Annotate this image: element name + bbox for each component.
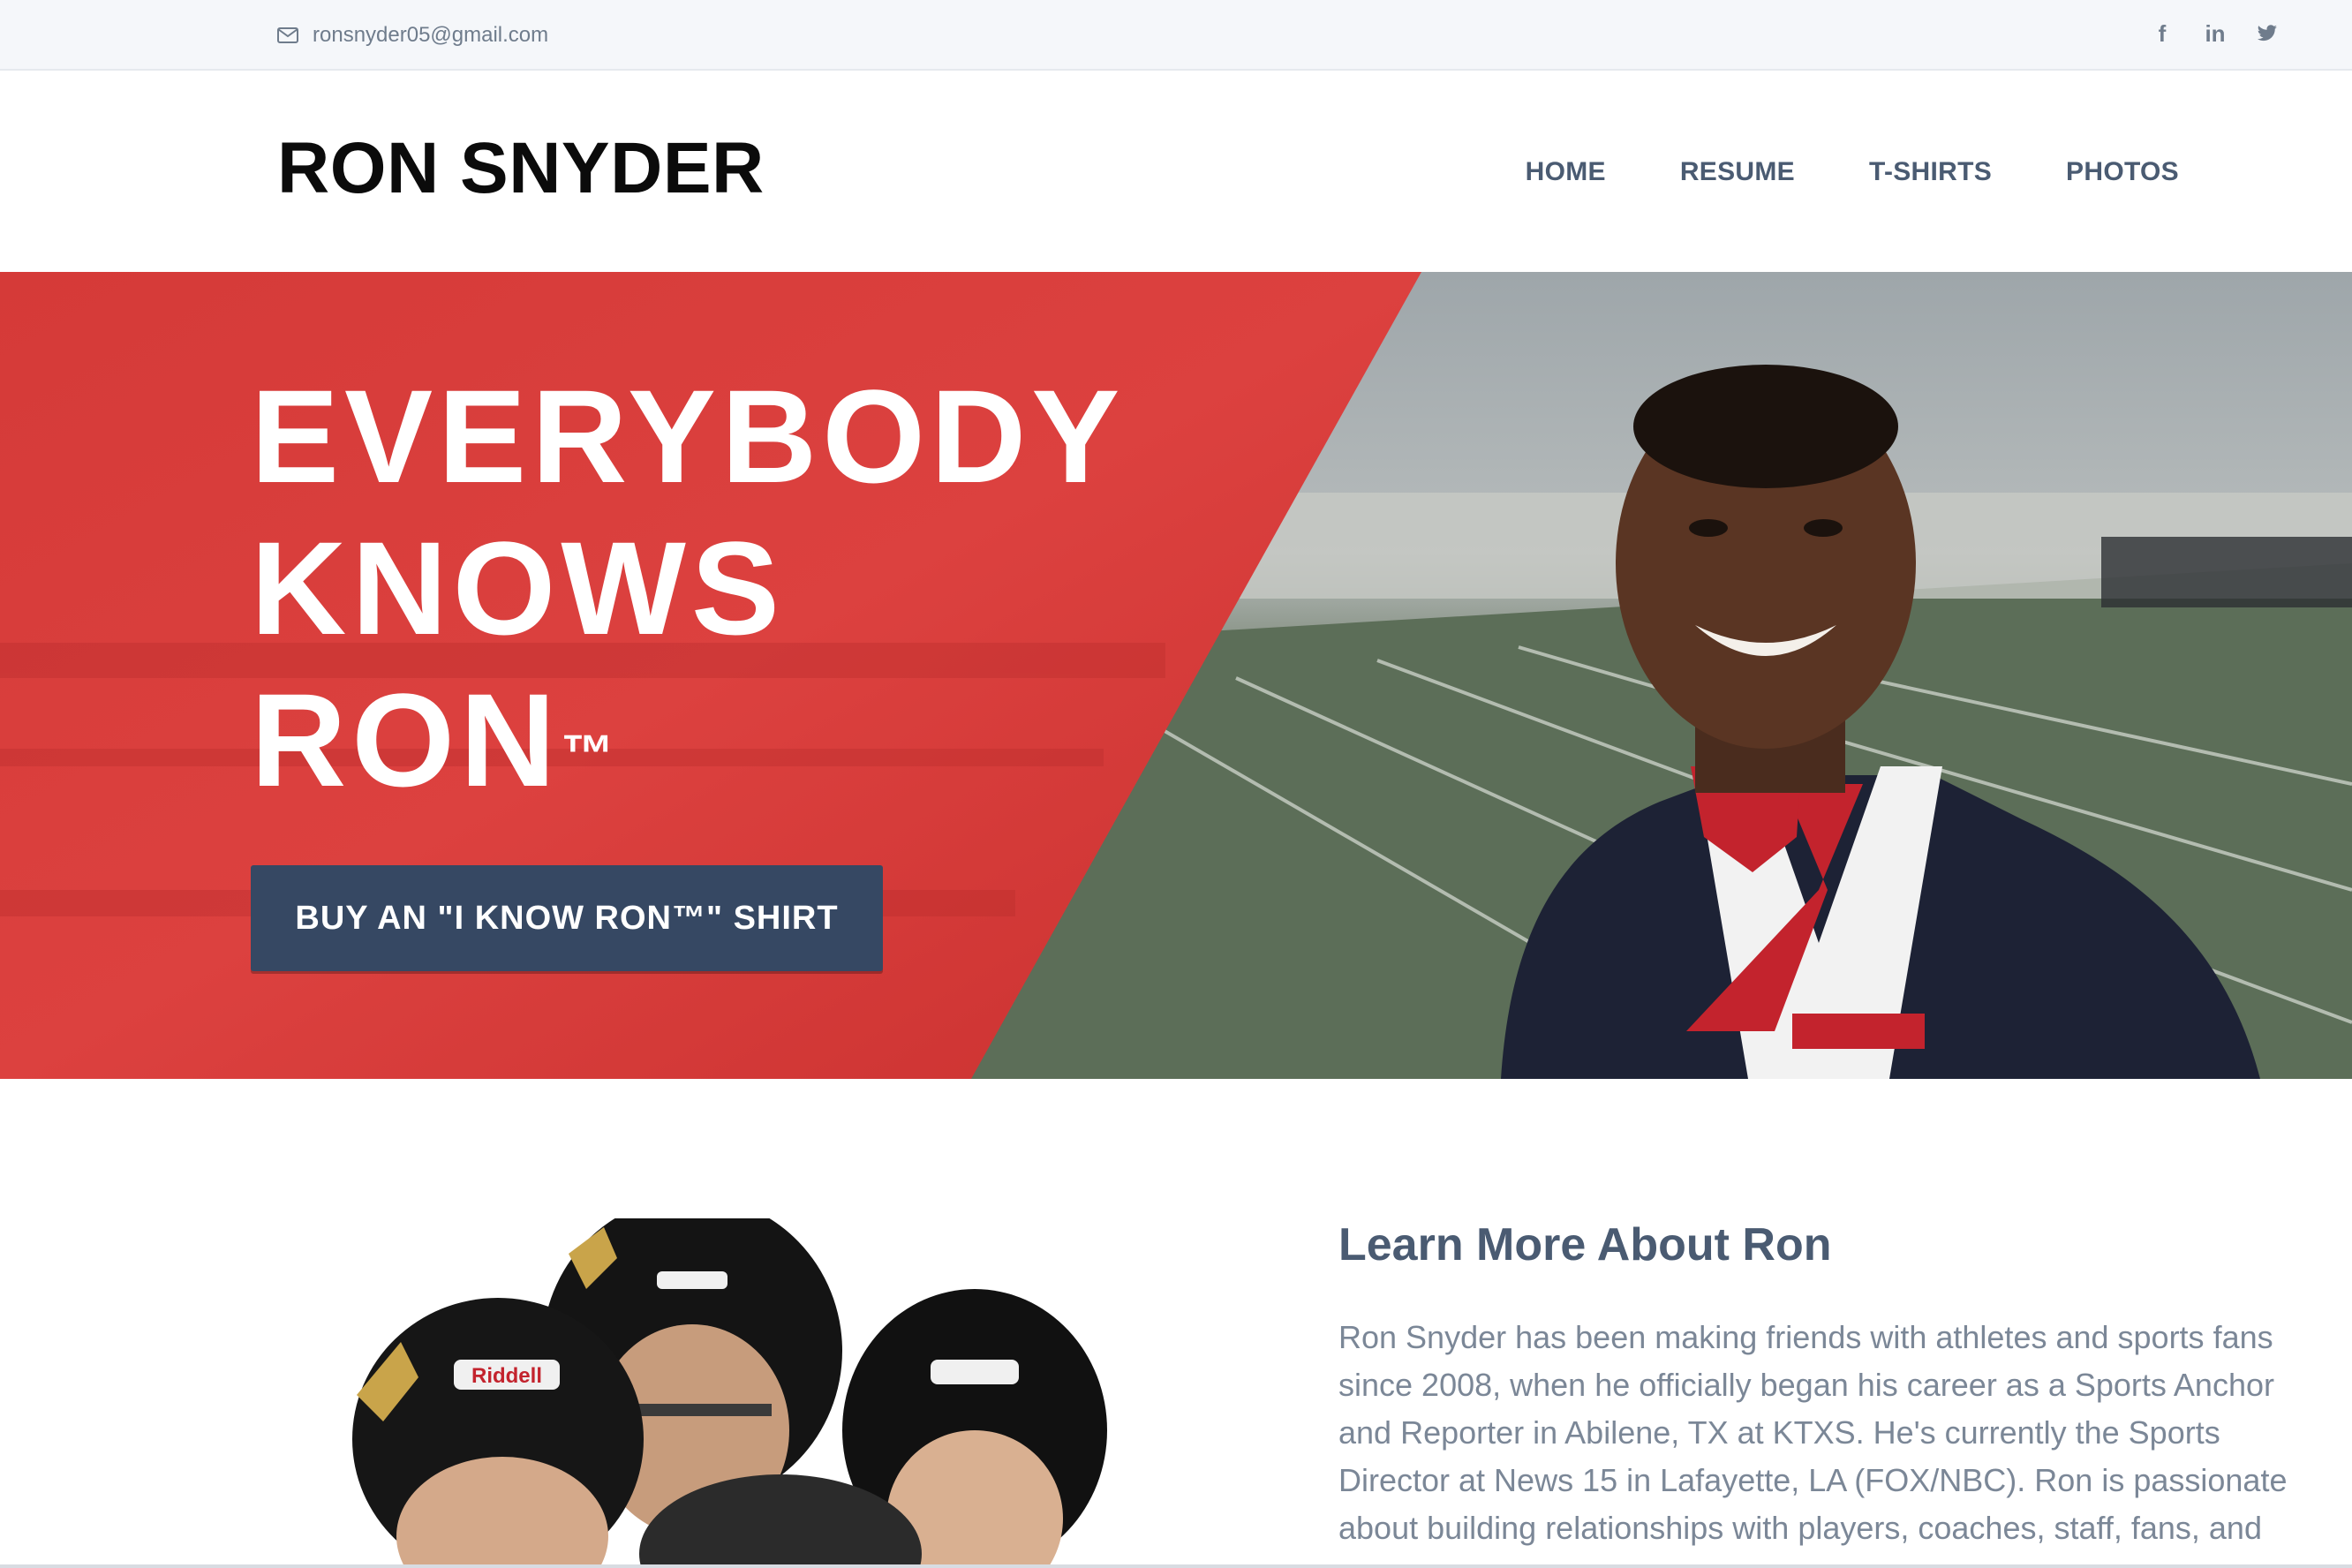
nav-resume[interactable]: RESUME — [1680, 157, 1795, 187]
about-paragraph: Ron Snyder has been making friends with … — [1338, 1319, 2288, 1546]
site-logo[interactable]: RON SNYDER — [277, 127, 765, 210]
contact-email[interactable]: ronsnyder05@gmail.com — [277, 19, 548, 51]
top-bar: ronsnyder05@gmail.com f in — [0, 0, 2352, 71]
linkedin-icon[interactable]: in — [2204, 18, 2227, 49]
trademark-mark: ™ — [561, 724, 614, 783]
hero-banner: EVERYBODY KNOWS RON™ BUY AN "I KNOW RON™… — [0, 272, 2352, 1079]
players-illustration: Riddell — [352, 1218, 1107, 1568]
football-players-image: Riddell — [277, 1218, 1195, 1568]
hero-headline: EVERYBODY KNOWS RON™ — [251, 360, 1125, 816]
hero-line-3-text: RON — [251, 666, 562, 814]
hero-line-2: KNOWS — [251, 514, 785, 662]
twitter-icon[interactable] — [2257, 23, 2278, 44]
social-links: f in — [2151, 18, 2278, 49]
nav-t-shirts[interactable]: T-SHIRTS — [1869, 157, 1992, 187]
facebook-icon[interactable]: f — [2151, 18, 2174, 49]
envelope-icon — [277, 27, 298, 43]
window-bottom-edge — [0, 1564, 2352, 1568]
site-header: RON SNYDER HOME RESUME T-SHIRTS PHOTOS — [0, 72, 2352, 272]
buy-shirt-button[interactable]: BUY AN "I KNOW RON™" SHIRT — [251, 865, 883, 971]
main-nav: HOME RESUME T-SHIRTS PHOTOS — [1526, 157, 2179, 187]
nav-home[interactable]: HOME — [1526, 157, 1606, 187]
hero-line-3: RON™ — [251, 664, 1125, 816]
about-heading: Learn More About Ron — [1338, 1219, 1832, 1270]
hero-line-1: EVERYBODY — [251, 362, 1126, 510]
helmet-brand-left: Riddell — [471, 1364, 542, 1388]
nav-photos[interactable]: PHOTOS — [2066, 157, 2179, 187]
email-text: ronsnyder05@gmail.com — [313, 23, 549, 47]
